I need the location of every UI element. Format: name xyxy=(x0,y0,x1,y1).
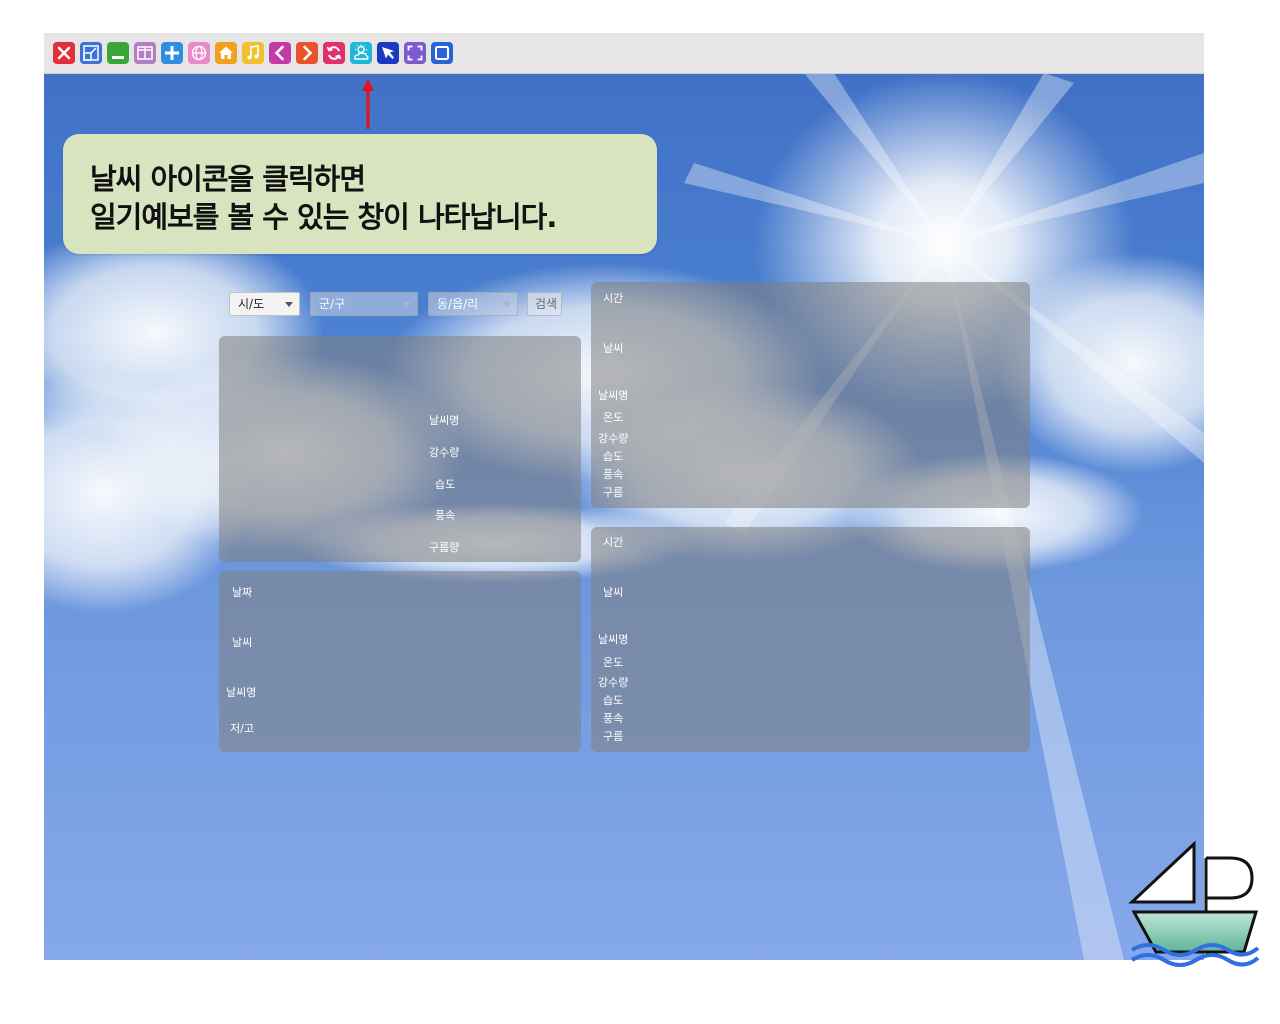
add-icon[interactable] xyxy=(161,42,183,64)
hourly-1-cloud-label: 구름 xyxy=(603,486,624,499)
hourly-2-temp-label: 온도 xyxy=(603,656,624,669)
weather-icon[interactable] xyxy=(350,42,372,64)
hourly-1-wind-label: 풍속 xyxy=(603,468,624,481)
current-humidity-label: 습도 xyxy=(435,478,456,491)
hourly-1-humidity-label: 습도 xyxy=(603,450,624,463)
chevron-down-icon xyxy=(503,302,511,307)
hourly-2-precip-label: 강수량 xyxy=(598,676,629,689)
music-icon[interactable] xyxy=(242,42,264,64)
daily-weather-name-label: 날씨명 xyxy=(226,686,257,699)
home-icon[interactable] xyxy=(215,42,237,64)
daily-date-label: 날짜 xyxy=(232,586,253,599)
hourly-1-time-label: 시간 xyxy=(603,292,624,305)
split-view-icon[interactable] xyxy=(134,42,156,64)
hourly-2-cloud-label: 구름 xyxy=(603,730,624,743)
current-weather-panel: 날씨명 강수량 습도 풍속 구름량 xyxy=(219,336,581,562)
callout-line-1: 날씨 아이콘을 클릭하면 xyxy=(90,162,366,196)
browser-toolbar xyxy=(44,33,1204,74)
pin-icon[interactable] xyxy=(377,42,399,64)
sailboat-logo xyxy=(1128,840,1260,967)
hourly-2-time-label: 시간 xyxy=(603,536,624,549)
forward-icon[interactable] xyxy=(296,42,318,64)
pointer-arrow xyxy=(362,79,374,129)
hourly-1-temp-label: 온도 xyxy=(603,411,624,424)
search-button[interactable]: 검색 xyxy=(527,292,562,316)
hourly-2-wind-label: 풍속 xyxy=(603,712,624,725)
hourly-2-humidity-label: 습도 xyxy=(603,694,624,707)
sido-select-value: 시/도 xyxy=(238,297,265,311)
instruction-callout: 날씨 아이콘을 클릭하면 일기예보를 볼 수 있는 창이 나타납니다. xyxy=(63,134,657,254)
hourly-forecast-panel-2: 시간 날씨 날씨명 온도 강수량 습도 풍속 구름 xyxy=(591,527,1030,752)
callout-line-2: 일기예보를 볼 수 있는 창이 나타납니다. xyxy=(90,200,557,234)
chevron-down-icon xyxy=(403,302,411,307)
current-weather-name-label: 날씨명 xyxy=(429,414,460,427)
globe-icon[interactable] xyxy=(188,42,210,64)
hourly-1-precip-label: 강수량 xyxy=(598,432,629,445)
hourly-1-weather-name-label: 날씨명 xyxy=(598,389,629,402)
fullscreen-icon[interactable] xyxy=(404,42,426,64)
daily-weather-label: 날씨 xyxy=(232,636,253,649)
search-button-label: 검색 xyxy=(535,297,558,311)
hourly-forecast-panel-1: 시간 날씨 날씨명 온도 강수량 습도 풍속 구름 xyxy=(591,282,1030,508)
daily-low-high-label: 저/고 xyxy=(230,722,254,735)
hourly-1-weather-label: 날씨 xyxy=(603,342,624,355)
minimize-icon[interactable] xyxy=(107,42,129,64)
gugun-select[interactable]: 군/구 xyxy=(310,292,418,316)
gugun-select-value: 군/구 xyxy=(319,297,346,311)
window-icon[interactable] xyxy=(431,42,453,64)
sido-select[interactable]: 시/도 xyxy=(229,292,300,316)
hourly-2-weather-label: 날씨 xyxy=(603,586,624,599)
daily-forecast-panel: 날짜 날씨 날씨명 저/고 xyxy=(219,571,581,752)
current-precipitation-label: 강수량 xyxy=(429,446,460,459)
current-wind-label: 풍속 xyxy=(435,509,456,522)
refresh-icon[interactable] xyxy=(323,42,345,64)
back-icon[interactable] xyxy=(269,42,291,64)
close-icon[interactable] xyxy=(53,42,75,64)
dong-select-value: 동/읍/리 xyxy=(437,297,479,311)
chevron-down-icon xyxy=(285,302,293,307)
shrink-window-icon[interactable] xyxy=(80,42,102,64)
dong-select[interactable]: 동/읍/리 xyxy=(428,292,518,316)
hourly-2-weather-name-label: 날씨명 xyxy=(598,633,629,646)
current-cloud-label: 구름량 xyxy=(429,541,460,554)
browser-screen: 날씨 아이콘을 클릭하면 일기예보를 볼 수 있는 창이 나타납니다. 시/도 … xyxy=(44,33,1204,960)
